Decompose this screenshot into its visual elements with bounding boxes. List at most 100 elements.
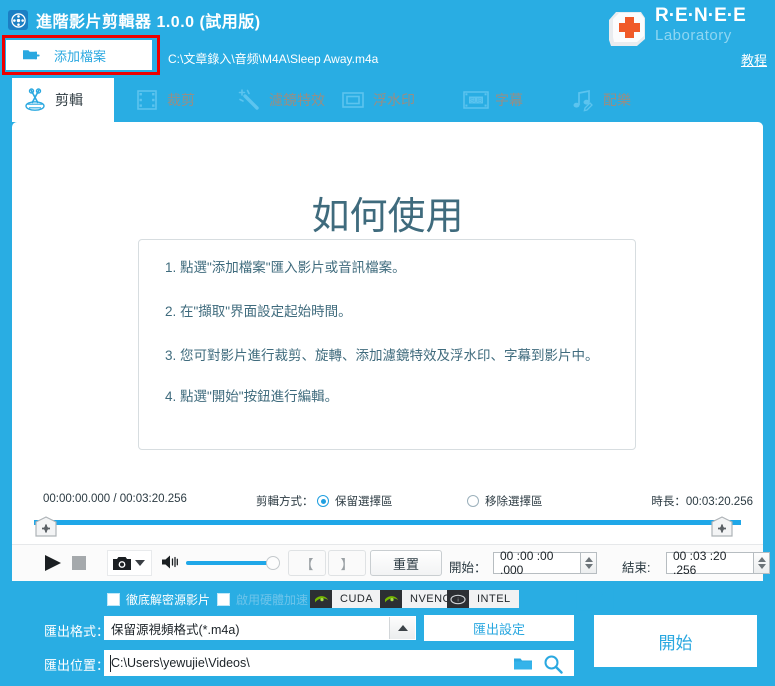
stop-icon[interactable] — [72, 556, 86, 570]
film-reel-icon — [8, 10, 28, 30]
tutorial-link[interactable]: 教程 — [741, 50, 767, 69]
spinner-up-icon — [584, 557, 593, 562]
brand-logo: R·E·N·E·E Laboratory — [589, 2, 767, 54]
export-format-select[interactable]: 保留源視頻格式(*.m4a) — [104, 616, 416, 640]
tab-crop[interactable]: 裁剪 — [124, 78, 220, 122]
radio-keep-selection-label: 保留選擇區 — [335, 496, 393, 508]
timeline-marker-icon[interactable] — [710, 516, 734, 540]
how-to-title: 如何使用 — [311, 196, 464, 238]
chevron-up-icon[interactable] — [389, 617, 415, 639]
radio-remove-selection-label: 移除選擇區 — [485, 496, 543, 508]
tab-soundtrack[interactable]: 配樂 — [560, 78, 652, 122]
window-title: 進階影片剪輯器 1.0.0 (試用版) — [36, 14, 261, 31]
duration-value: 00:03:20.256 — [685, 496, 753, 508]
spinner-up-icon — [757, 557, 766, 562]
current-time-display: 00:00:00.000 / 00:03:20.256 — [43, 493, 187, 505]
mark-out-button[interactable]: 】 — [328, 550, 366, 576]
camera-icon — [112, 555, 132, 571]
spinner-down-icon — [757, 564, 766, 569]
accelerator-badge-cuda-label: CUDA — [332, 590, 382, 608]
reset-button[interactable]: 重置 — [370, 550, 442, 576]
checkbox-decrypt-source-box — [107, 593, 120, 606]
tab-watermark-label: 浮水印 — [373, 92, 415, 108]
add-file-label: 添加檔案 — [54, 48, 107, 64]
text-caret — [110, 655, 111, 672]
tab-soundtrack-label: 配樂 — [603, 92, 631, 108]
tab-watermark[interactable]: 浮水印 — [330, 78, 430, 122]
radio-remove-selection-indicator — [467, 495, 479, 507]
title-bar: 進階影片剪輯器 1.0.0 (試用版) 添加檔案 C:\文章錄入\音频\M4A\… — [0, 0, 775, 78]
end-time-spinner[interactable] — [754, 552, 770, 574]
end-time-input[interactable]: 00 :03 :20 .256 — [666, 549, 754, 577]
start-time-label: 開始： — [449, 561, 487, 575]
export-format-value: 保留源視頻格式(*.m4a) — [111, 622, 240, 637]
tab-filter-effects-label: 濾鏡特效 — [269, 92, 325, 108]
tab-clip-label: 剪輯 — [55, 92, 83, 108]
duration-label: 時長： — [651, 496, 686, 508]
timeline-track-selection — [34, 520, 741, 525]
export-settings-button[interactable]: 匯出設定 — [424, 615, 574, 641]
scissors-icon — [22, 87, 48, 113]
export-location-value: C:\Users\yewujie\Videos\ — [111, 656, 250, 670]
nvidia-icon — [310, 590, 332, 608]
how-to-step: 4. 點選"開始"按鈕進行編輯。 — [165, 389, 339, 404]
play-icon[interactable] — [42, 553, 64, 573]
svg-text:i: i — [457, 597, 458, 603]
mark-in-button[interactable]: 【 — [288, 550, 326, 576]
volume-icon[interactable] — [160, 553, 180, 571]
timeline-info-row: 00:00:00.000 / 00:03:20.256 剪輯方式： 保留選擇區 … — [12, 493, 763, 513]
tab-clip[interactable]: 剪輯 — [12, 78, 114, 122]
tab-subtitle-label: 字幕 — [495, 92, 523, 108]
end-time-label: 結束: — [622, 561, 651, 575]
how-to-step: 2. 在"擷取"界面設定起始時間。 — [165, 304, 352, 319]
add-folder-icon — [22, 46, 40, 64]
snapshot-button[interactable] — [107, 550, 152, 576]
start-time-input[interactable]: 00 :00 :00 .000 — [493, 549, 581, 577]
timeline-marker-icon[interactable] — [34, 516, 58, 540]
volume-slider-knob[interactable] — [266, 556, 280, 570]
checkbox-hardware-acceleration-box — [217, 593, 230, 606]
radio-remove-selection[interactable]: 移除選擇區 — [467, 493, 543, 509]
brand-name: R·E·N·E·E — [655, 5, 746, 26]
accelerator-badge-intel-label: INTEL — [469, 590, 519, 608]
keyboard-key-plus-icon — [603, 6, 649, 50]
accelerator-badge-cuda[interactable]: CUDA — [310, 590, 382, 608]
start-time-spinner[interactable] — [581, 552, 597, 574]
film-crop-icon — [134, 87, 160, 113]
tab-filter-effects[interactable]: 濾鏡特效 — [226, 78, 336, 122]
watermark-frame-icon — [340, 87, 366, 113]
checkbox-hardware-acceleration[interactable]: 啟用硬體加速 — [217, 591, 308, 608]
export-location-label: 匯出位置： — [44, 658, 110, 673]
duration-display: 時長：00:03:20.256 — [651, 493, 753, 509]
add-file-button[interactable]: 添加檔案 — [6, 40, 152, 70]
current-file-path: C:\文章錄入\音频\M4A\Sleep Away.m4a — [168, 52, 379, 66]
export-location-input[interactable]: C:\Users\yewujie\Videos\ — [104, 650, 574, 676]
tab-bar: 剪輯 裁剪 濾鏡特效 浮水印 SUB 字幕 配樂 — [0, 78, 775, 122]
nvidia-icon — [380, 590, 402, 608]
music-note-pencil-icon — [570, 87, 596, 113]
playback-control-bar: 【 】 重置 開始： 00 :00 :00 .000 結束: 00 :03 :2… — [12, 544, 770, 581]
accelerator-badge-intel[interactable]: i INTEL — [447, 590, 519, 608]
spinner-down-icon — [584, 564, 593, 569]
chevron-down-icon — [135, 560, 145, 566]
checkbox-hardware-acceleration-label: 啟用硬體加速 — [236, 593, 309, 607]
add-file-area: 添加檔案 — [2, 35, 160, 75]
export-format-label: 匯出格式： — [44, 624, 110, 639]
folder-icon[interactable] — [513, 656, 533, 672]
brand-text-block: R·E·N·E·E Laboratory — [655, 5, 746, 45]
start-button[interactable]: 開始 — [594, 615, 757, 667]
options-row: 徹底解密源影片 啟用硬體加速 CUDA NVENC i INTEL — [0, 590, 775, 612]
brand-subtitle: Laboratory — [655, 27, 732, 44]
volume-slider[interactable] — [186, 561, 271, 565]
subtitle-sub-icon: SUB — [462, 87, 489, 113]
intel-icon: i — [447, 590, 469, 608]
search-icon[interactable] — [543, 654, 563, 674]
radio-keep-selection-indicator — [317, 495, 329, 507]
video-editor-window: 進階影片剪輯器 1.0.0 (試用版) 添加檔案 C:\文章錄入\音频\M4A\… — [0, 0, 775, 686]
how-to-steps-box: 1. 點選"添加檔案"匯入影片或音訊檔案。 2. 在"擷取"界面設定起始時間。 … — [138, 239, 636, 450]
radio-keep-selection[interactable]: 保留選擇區 — [317, 493, 393, 509]
tab-subtitle[interactable]: SUB 字幕 — [452, 78, 544, 122]
checkbox-decrypt-source[interactable]: 徹底解密源影片 — [107, 591, 210, 608]
checkbox-decrypt-source-label: 徹底解密源影片 — [126, 593, 211, 607]
how-to-step: 3. 您可對影片進行裁剪、旋轉、添加濾鏡特效及浮水印、字幕到影片中。 — [165, 348, 599, 363]
